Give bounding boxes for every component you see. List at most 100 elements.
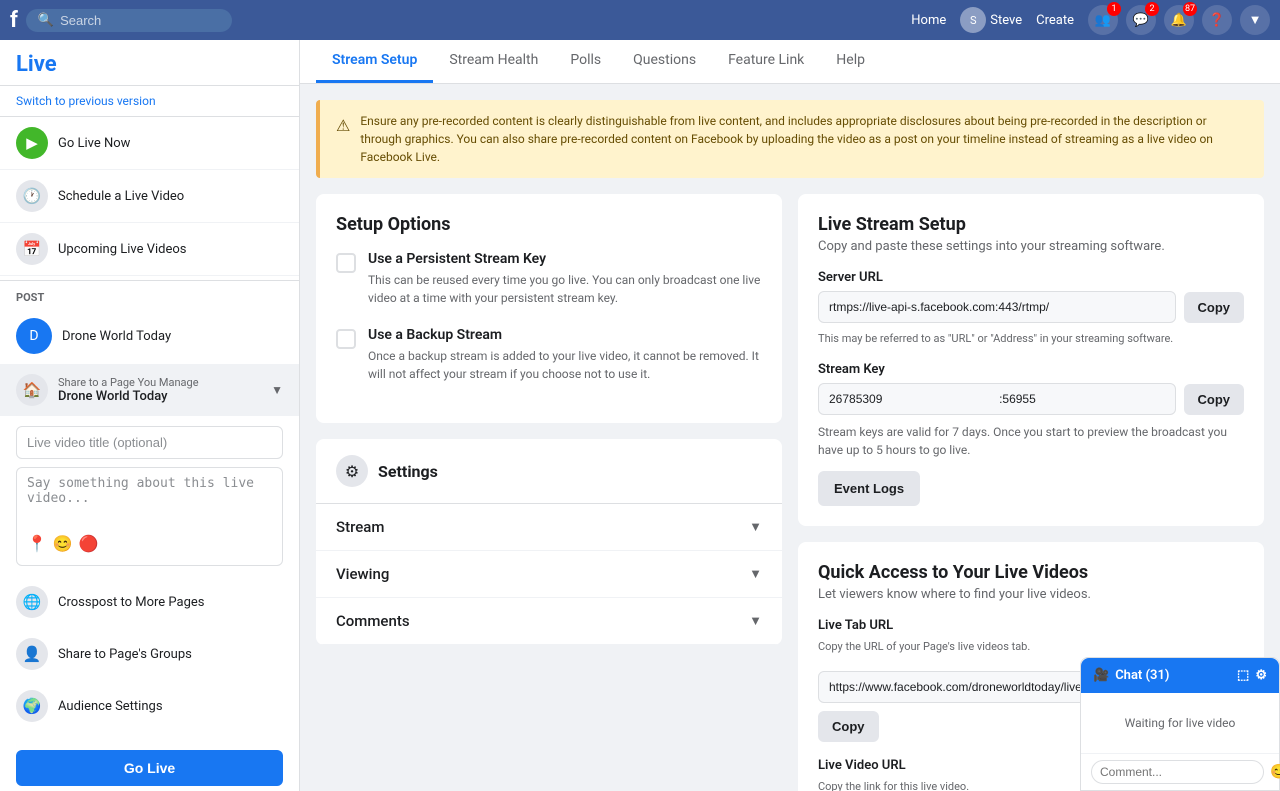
alert-box: ⚠ Ensure any pre-recorded content is cle… <box>316 100 1264 178</box>
live-tab-url-hint: Copy the URL of your Page's live videos … <box>818 639 1244 654</box>
server-url-input[interactable] <box>818 291 1176 323</box>
search-input[interactable] <box>60 13 220 28</box>
share-groups-label: Share to Page's Groups <box>58 647 192 662</box>
crosspost-label: Crosspost to More Pages <box>58 595 205 610</box>
tab-stream-setup[interactable]: Stream Setup <box>316 40 433 83</box>
settings-stream-label: Stream <box>336 518 384 536</box>
post-actions: 📍 😊 🔴 <box>27 530 272 557</box>
chat-input[interactable] <box>1091 760 1264 784</box>
server-url-hint: This may be referred to as "URL" or "Add… <box>818 331 1244 346</box>
stream-key-row: Copy <box>818 383 1244 415</box>
page-avatar: D <box>16 318 52 354</box>
sidebar: Live Switch to previous version ▶ Go Liv… <box>0 40 300 791</box>
emoji-icon[interactable]: 😊 <box>53 534 73 553</box>
audience-label: Audience Settings <box>58 699 163 714</box>
settings-btn[interactable]: ▼ <box>1240 5 1270 35</box>
chat-footer: 😊 ➤ <box>1081 753 1279 790</box>
sidebar-item-upcoming[interactable]: 📅 Upcoming Live Videos <box>0 223 299 276</box>
help-btn[interactable]: ❓ <box>1202 5 1232 35</box>
share-groups-icon: 👤 <box>16 638 48 670</box>
nav-home-link[interactable]: Home <box>905 13 952 28</box>
video-waiting-text: Waiting for live video <box>1125 716 1236 730</box>
copy-live-tab-url-button[interactable]: Copy <box>818 711 879 742</box>
settings-comments-label: Comments <box>336 612 410 630</box>
tag-icon[interactable]: 🔴 <box>79 534 99 553</box>
backup-stream-description: Once a backup stream is added to your li… <box>368 347 762 383</box>
settings-title: Settings <box>378 462 438 481</box>
video-icon: 🎥 <box>1093 668 1109 683</box>
sidebar-item-crosspost[interactable]: 🌐 Crosspost to More Pages <box>0 576 299 628</box>
stream-setup-card: Live Stream Setup Copy and paste these s… <box>798 194 1264 526</box>
messages-badge: 2 <box>1145 2 1159 16</box>
setup-options-title: Setup Options <box>336 214 762 235</box>
stream-setup-subtitle: Copy and paste these settings into your … <box>818 239 1244 254</box>
audience-icon: 🌍 <box>16 690 48 722</box>
share-page-icon: 🏠 <box>16 374 48 406</box>
quick-access-subtitle: Let viewers know where to find your live… <box>818 587 1244 602</box>
location-icon[interactable]: 📍 <box>27 534 47 553</box>
backup-stream-title: Use a Backup Stream <box>368 327 762 343</box>
tab-help[interactable]: Help <box>820 40 881 83</box>
avatar: S <box>960 7 986 33</box>
nav-create-link[interactable]: Create <box>1030 13 1080 28</box>
tab-stream-health[interactable]: Stream Health <box>433 40 554 83</box>
sidebar-extra: 🌐 Crosspost to More Pages 👤 Share to Pag… <box>0 576 299 740</box>
notifications-btn[interactable]: 🔔87 <box>1164 5 1194 35</box>
go-live-now-label: Go Live Now <box>58 136 130 151</box>
upcoming-label: Upcoming Live Videos <box>58 242 187 257</box>
copy-server-url-button[interactable]: Copy <box>1184 292 1245 323</box>
chat-emoji-icon[interactable]: 😊 <box>1270 764 1280 780</box>
chat-settings-icon[interactable]: ⚙ <box>1255 668 1267 683</box>
sidebar-item-share-groups[interactable]: 👤 Share to Page's Groups <box>0 628 299 680</box>
stream-chevron-icon: ▼ <box>749 519 762 535</box>
friends-notification-btn[interactable]: 👥1 <box>1088 5 1118 35</box>
backup-stream-checkbox[interactable] <box>336 329 356 349</box>
nav-icons: Home S Steve Create 👥1 💬2 🔔87 ❓ ▼ <box>905 5 1270 35</box>
comments-chevron-icon: ▼ <box>749 613 762 629</box>
post-body-textarea[interactable] <box>27 476 272 526</box>
stream-setup-title: Live Stream Setup <box>818 214 1244 235</box>
sidebar-item-schedule[interactable]: 🕐 Schedule a Live Video <box>0 170 299 223</box>
sidebar-item-audience[interactable]: 🌍 Audience Settings <box>0 680 299 732</box>
persistent-stream-checkbox[interactable] <box>336 253 356 273</box>
sidebar-item-go-live-now[interactable]: ▶ Go Live Now <box>0 117 299 170</box>
backup-stream-option: Use a Backup Stream Once a backup stream… <box>336 327 762 383</box>
tabs-bar: Stream Setup Stream Health Polls Questio… <box>300 40 1280 84</box>
chevron-down-icon: ▼ <box>271 383 283 397</box>
alert-icon: ⚠ <box>336 114 350 166</box>
tab-feature-link[interactable]: Feature Link <box>712 40 820 83</box>
search-bar[interactable]: 🔍 <box>26 9 232 32</box>
sidebar-item-page[interactable]: D Drone World Today <box>0 308 299 364</box>
server-url-row: Copy <box>818 291 1244 323</box>
post-title-input[interactable] <box>16 426 283 459</box>
post-input-area: 📍 😊 🔴 <box>0 416 299 576</box>
post-section-label: Post <box>0 281 299 308</box>
server-url-label: Server URL <box>818 270 1244 285</box>
messages-notification-btn[interactable]: 💬2 <box>1126 5 1156 35</box>
stream-key-input[interactable] <box>818 383 1176 415</box>
settings-stream-row[interactable]: Stream ▼ <box>316 504 782 551</box>
tab-polls[interactable]: Polls <box>554 40 617 83</box>
nav-user[interactable]: S Steve <box>960 7 1022 33</box>
event-logs-button[interactable]: Event Logs <box>818 471 920 506</box>
settings-comments-row[interactable]: Comments ▼ <box>316 598 782 645</box>
settings-viewing-label: Viewing <box>336 565 389 583</box>
tab-questions[interactable]: Questions <box>617 40 712 83</box>
switch-previous-version[interactable]: Switch to previous version <box>0 86 299 117</box>
notifications-badge: 87 <box>1183 2 1197 16</box>
crosspost-icon: 🌐 <box>16 586 48 618</box>
upcoming-icon: 📅 <box>16 233 48 265</box>
share-to-page-dropdown[interactable]: 🏠 Share to a Page You Manage Drone World… <box>0 364 299 416</box>
setup-options-card: Setup Options Use a Persistent Stream Ke… <box>316 194 782 423</box>
schedule-icon: 🕐 <box>16 180 48 212</box>
top-navigation: f 🔍 Home S Steve Create 👥1 💬2 🔔87 ❓ ▼ <box>0 0 1280 40</box>
nav-user-name: Steve <box>990 13 1022 28</box>
persistent-stream-title: Use a Persistent Stream Key <box>368 251 762 267</box>
stream-keys-hint: Stream keys are valid for 7 days. Once y… <box>818 423 1244 459</box>
gear-icon: ⚙ <box>336 455 368 487</box>
go-live-button[interactable]: Go Live <box>16 750 283 786</box>
copy-stream-key-button[interactable]: Copy <box>1184 384 1245 415</box>
facebook-logo: f <box>10 8 18 33</box>
settings-viewing-row[interactable]: Viewing ▼ <box>316 551 782 598</box>
chat-expand-icon[interactable]: ⬚ <box>1237 668 1249 683</box>
